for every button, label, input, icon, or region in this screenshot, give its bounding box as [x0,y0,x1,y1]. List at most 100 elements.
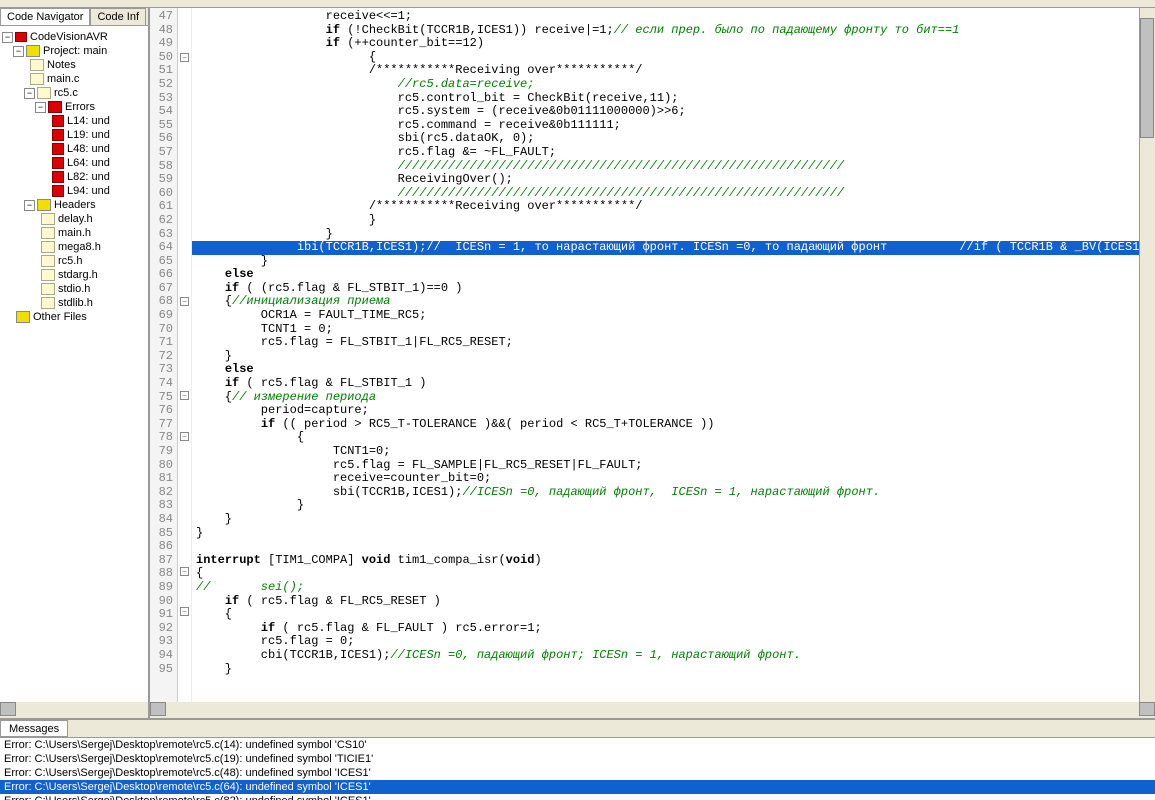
messages-list[interactable]: Error: C:\Users\Sergej\Desktop\remote\rc… [0,738,1155,800]
vertical-scrollbar[interactable] [1139,8,1155,702]
code-line[interactable]: ReceivingOver(); [192,173,1155,187]
message-line[interactable]: Error: C:\Users\Sergej\Desktop\remote\rc… [0,738,1155,752]
scroll-thumb[interactable] [1140,18,1154,138]
message-line[interactable]: Error: C:\Users\Sergej\Desktop\remote\rc… [0,766,1155,780]
tree-rc5c[interactable]: −rc5.c [2,86,146,100]
code-line[interactable]: else [192,268,1155,282]
tree-errors[interactable]: −Errors [2,100,146,114]
project-tree[interactable]: −CodeVisionAVR −Project: main Notes main… [0,26,148,702]
tab-code-navigator[interactable]: Code Navigator [0,8,90,25]
code-line[interactable]: ////////////////////////////////////////… [192,187,1155,201]
code-line[interactable]: } [192,350,1155,364]
code-line[interactable]: rc5.flag &= ~FL_FAULT; [192,146,1155,160]
fold-toggle[interactable]: − [180,391,189,400]
fold-toggle[interactable]: − [180,53,189,62]
fold-toggle[interactable]: − [180,567,189,576]
tree-header-item[interactable]: stdarg.h [2,268,146,282]
tree-header-item[interactable]: main.h [2,226,146,240]
code-line[interactable]: } [192,527,1155,541]
collapse-icon[interactable]: − [24,200,35,211]
tree-error-item[interactable]: L82: und [2,170,146,184]
collapse-icon[interactable]: − [35,102,46,113]
code-line[interactable]: rc5.flag = FL_SAMPLE|FL_RC5_RESET|FL_FAU… [192,459,1155,473]
code-line[interactable]: ////////////////////////////////////////… [192,160,1155,174]
tree-mainc[interactable]: main.c [2,72,146,86]
code-line[interactable]: if ( rc5.flag & FL_FAULT ) rc5.error=1; [192,622,1155,636]
code-line[interactable]: if ( rc5.flag & FL_STBIT_1 ) [192,377,1155,391]
editor[interactable]: 4748495051525354555657585960616263646566… [150,8,1155,702]
code-line[interactable]: { [192,51,1155,65]
code-line[interactable]: OCR1A = FAULT_TIME_RC5; [192,309,1155,323]
tree-error-item[interactable]: L64: und [2,156,146,170]
code-line[interactable]: TCNT1=0; [192,445,1155,459]
code-line[interactable]: { [192,431,1155,445]
code-line[interactable]: sbi(TCCR1B,ICES1);//ICESn =0, падающий ф… [192,486,1155,500]
code-line[interactable]: if (( period > RC5_T-TOLERANCE )&&( peri… [192,418,1155,432]
code-line[interactable]: rc5.system = (receive&0b01111000000)>>6; [192,105,1155,119]
tree-header-item[interactable]: mega8.h [2,240,146,254]
code-line[interactable]: if ( rc5.flag & FL_RC5_RESET ) [192,595,1155,609]
code-line[interactable]: sbi(rc5.dataOK, 0); [192,132,1155,146]
collapse-icon[interactable]: − [24,88,35,99]
code-line[interactable]: } [192,513,1155,527]
code-line[interactable]: } [192,499,1155,513]
tree-header-item[interactable]: delay.h [2,212,146,226]
tree-notes[interactable]: Notes [2,58,146,72]
code-content[interactable]: receive<<=1; if (!CheckBit(TCCR1B,ICES1)… [192,8,1155,702]
code-line[interactable]: period=capture; [192,404,1155,418]
code-line[interactable]: receive=counter_bit=0; [192,472,1155,486]
code-line[interactable]: if (++counter_bit==12) [192,37,1155,51]
tree-error-item[interactable]: L14: und [2,114,146,128]
tree-header-item[interactable]: rc5.h [2,254,146,268]
scroll-left-icon[interactable] [150,702,166,716]
code-line[interactable]: } [192,663,1155,677]
tree-header-item[interactable]: stdio.h [2,282,146,296]
message-line[interactable]: Error: C:\Users\Sergej\Desktop\remote\rc… [0,794,1155,800]
code-line[interactable] [192,540,1155,554]
code-line[interactable]: {//инициализация приема [192,295,1155,309]
code-line[interactable]: {// измерение периода [192,391,1155,405]
code-line[interactable]: else [192,363,1155,377]
messages-tab[interactable]: Messages [0,720,68,737]
tree-error-item[interactable]: L94: und [2,184,146,198]
tree-error-item[interactable]: L19: und [2,128,146,142]
collapse-icon[interactable]: − [13,46,24,57]
message-line[interactable]: Error: C:\Users\Sergej\Desktop\remote\rc… [0,752,1155,766]
code-line[interactable]: } [192,214,1155,228]
tree-header-item[interactable]: stdlib.h [2,296,146,310]
code-line[interactable]: ibi(TCCR1B,ICES1);// ICESn = 1, то нарас… [192,241,1155,255]
code-line[interactable]: rc5.control_bit = CheckBit(receive,11); [192,92,1155,106]
tree-headers[interactable]: −Headers [2,198,146,212]
message-line[interactable]: Error: C:\Users\Sergej\Desktop\remote\rc… [0,780,1155,794]
code-line[interactable]: { [192,608,1155,622]
left-hscroll[interactable] [0,702,150,718]
code-line[interactable]: //rc5.data=receive; [192,78,1155,92]
code-line[interactable]: if (!CheckBit(TCCR1B,ICES1)) receive|=1;… [192,24,1155,38]
code-line[interactable]: TCNT1 = 0; [192,323,1155,337]
fold-toggle[interactable]: − [180,607,189,616]
code-line[interactable]: rc5.command = receive&0b111111; [192,119,1155,133]
scroll-right-icon[interactable] [1139,702,1155,716]
code-line[interactable]: rc5.flag = 0; [192,635,1155,649]
tree-error-item[interactable]: L48: und [2,142,146,156]
code-line[interactable]: if ( (rc5.flag & FL_STBIT_1)==0 ) [192,282,1155,296]
tree-project[interactable]: −Project: main [2,44,146,58]
tab-code-inf[interactable]: Code Inf [90,8,146,25]
tree-other-files[interactable]: Other Files [2,310,146,324]
code-line[interactable]: /***********Receiving over***********/ [192,200,1155,214]
code-line[interactable]: { [192,567,1155,581]
editor-hscroll[interactable] [150,702,1155,718]
code-line[interactable]: // sei(); [192,581,1155,595]
code-line[interactable]: } [192,228,1155,242]
code-line[interactable]: } [192,255,1155,269]
scroll-left-icon[interactable] [0,702,16,716]
code-line[interactable]: cbi(TCCR1B,ICES1);//ICESn =0, падающий ф… [192,649,1155,663]
code-line[interactable]: interrupt [TIM1_COMPA] void tim1_compa_i… [192,554,1155,568]
fold-toggle[interactable]: − [180,297,189,306]
code-line[interactable]: rc5.flag = FL_STBIT_1|FL_RC5_RESET; [192,336,1155,350]
collapse-icon[interactable]: − [2,32,13,43]
tree-root[interactable]: −CodeVisionAVR [2,30,146,44]
code-line[interactable]: /***********Receiving over***********/ [192,64,1155,78]
fold-toggle[interactable]: − [180,432,189,441]
code-line[interactable]: receive<<=1; [192,10,1155,24]
